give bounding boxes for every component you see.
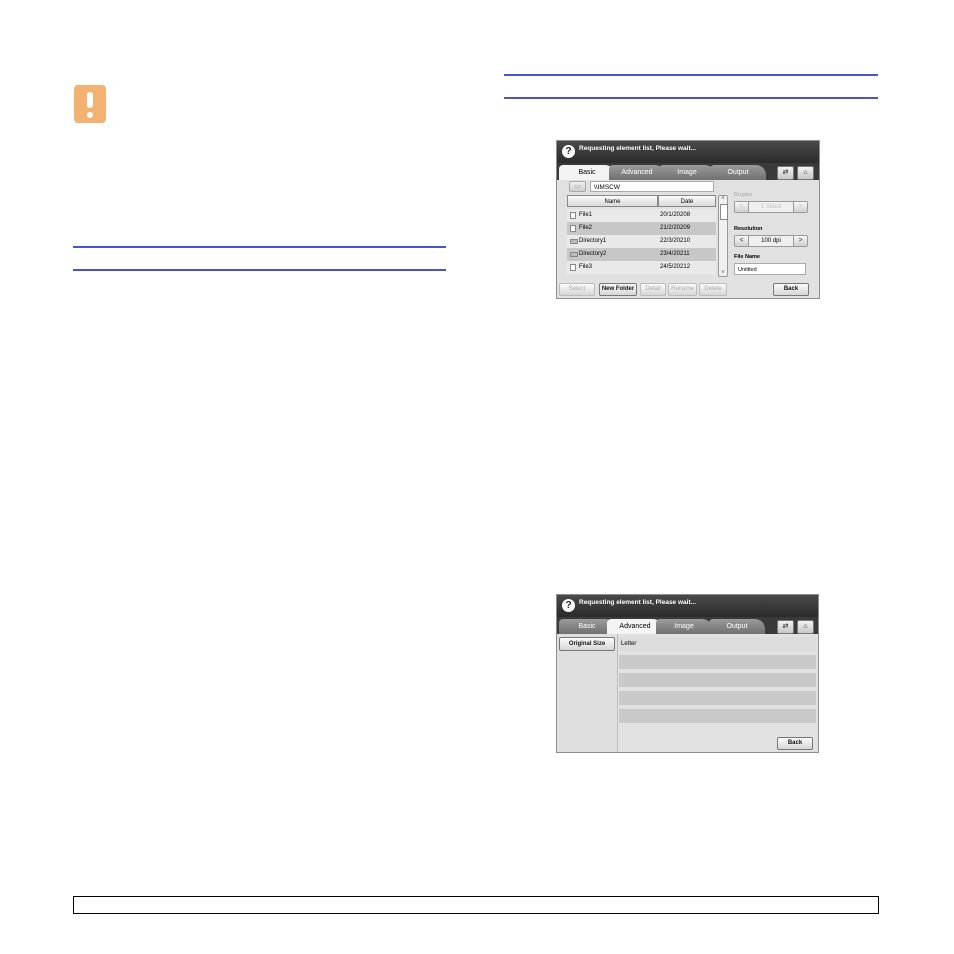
tab-bar: Basic Advanced Image Output ⇄ ⌂ [557,617,818,634]
file-name: File3 [579,264,593,270]
detail-button[interactable]: Detail [640,283,666,296]
column-header-date[interactable]: Date [658,195,716,207]
option-row-empty[interactable] [619,691,816,705]
tab-image[interactable]: Image [656,619,712,634]
option-row-empty[interactable] [619,655,816,669]
duplex-value: 1 Sided [760,204,782,210]
column-header-name[interactable]: Name [567,195,658,207]
resolution-label: Resolution [734,226,763,232]
section-rule-bottom-left [73,269,446,271]
delete-button[interactable]: Delete [699,283,727,296]
file-name: Directory1 [579,238,607,244]
select-button[interactable]: Select [559,283,595,296]
duplex-label: Duplex [734,192,753,198]
server-path-field: \\IMSCW [590,181,714,192]
rename-button[interactable]: Rename [668,283,697,296]
scroll-down-icon[interactable]: ˅ [719,270,727,276]
scan-screen-advanced: ? Requesting element list, Please wait..… [556,594,819,753]
back-button[interactable]: Back [777,737,813,750]
file-name: File2 [579,225,593,231]
back-button[interactable]: Back [773,283,809,296]
caution-icon [74,85,106,123]
scroll-up-icon[interactable]: ˄ [719,196,727,202]
resolution-value: 100 dpi [761,238,781,244]
help-icon[interactable]: ? [562,145,575,158]
tab-bar: Basic Advanced Image Output ⇄ ⌂ [557,163,819,180]
file-row[interactable]: Directory1 22/3/20210 [567,235,716,248]
screen-body: Original Size Letter Back [557,634,818,752]
duplex-stepper[interactable]: < 1 Sided > [734,201,808,213]
file-date: 21/2/20209 [660,225,691,231]
section-rule-bottom-right [504,97,878,99]
new-folder-button[interactable]: New Folder [599,283,637,296]
folder-up-icon[interactable]: ▭ [569,181,586,192]
tab-image[interactable]: Image [659,165,715,180]
home-icon[interactable]: ⌂ [797,620,814,634]
tab-output[interactable]: Output [710,165,766,180]
option-row-empty[interactable] [619,673,816,687]
chevron-left-icon[interactable]: < [735,202,749,212]
section-rule-top-right [504,74,878,76]
chevron-right-icon[interactable]: > [793,202,807,212]
original-size-button[interactable]: Original Size [559,637,615,651]
file-date: 24/5/20212 [660,264,691,270]
section-rule-top-left [73,246,446,248]
file-icon [570,225,576,232]
page-footer-frame [73,896,879,914]
option-row-empty[interactable] [619,709,816,723]
file-list-scrollbar[interactable]: ˄ ˅ [718,195,728,277]
chevron-left-icon[interactable]: < [735,236,749,246]
file-icon [570,212,576,219]
screen-titlebar: ? Requesting element list, Please wait..… [557,141,819,163]
folder-icon [570,239,578,244]
file-row[interactable]: Directory2 23/4/20211 [567,248,716,261]
file-name-label: File Name [734,254,760,260]
file-row[interactable]: File3 24/5/20212 [567,261,716,274]
tab-advanced[interactable]: Advanced [609,165,665,180]
tab-output[interactable]: Output [709,619,765,634]
home-icon[interactable]: ⌂ [797,166,814,180]
file-date: 22/3/20210 [660,238,691,244]
file-name-input[interactable]: Untitled [734,263,806,275]
scroll-thumb[interactable] [720,204,728,220]
job-status-icon[interactable]: ⇄ [777,620,794,634]
tab-advanced[interactable]: Advanced [607,619,663,634]
chevron-right-icon[interactable]: > [793,236,807,246]
file-name: Directory2 [579,251,607,257]
folder-icon [570,252,578,257]
option-row-selected[interactable]: Letter [619,637,816,651]
resolution-stepper[interactable]: < 100 dpi > [734,235,808,247]
file-row[interactable]: File2 21/2/20209 [567,222,716,235]
file-name: File1 [579,212,593,218]
file-date: 23/4/20211 [660,251,690,257]
option-sidebar: Original Size [557,634,618,752]
job-status-icon[interactable]: ⇄ [777,166,794,180]
tab-basic[interactable]: Basic [559,165,615,180]
status-message: Requesting element list, Please wait... [579,145,697,152]
scan-screen-basic: ? Requesting element list, Please wait..… [556,140,820,299]
file-row[interactable]: File1 20/1/20208 [567,209,716,222]
help-icon[interactable]: ? [562,599,575,612]
screen-body: ▭ \\IMSCW Name Date File1 20/1/20208 Fil… [557,180,819,298]
screen-titlebar: ? Requesting element list, Please wait..… [557,595,818,617]
status-message: Requesting element list, Please wait... [579,599,697,606]
file-date: 20/1/20208 [660,212,691,218]
file-icon [570,264,576,271]
